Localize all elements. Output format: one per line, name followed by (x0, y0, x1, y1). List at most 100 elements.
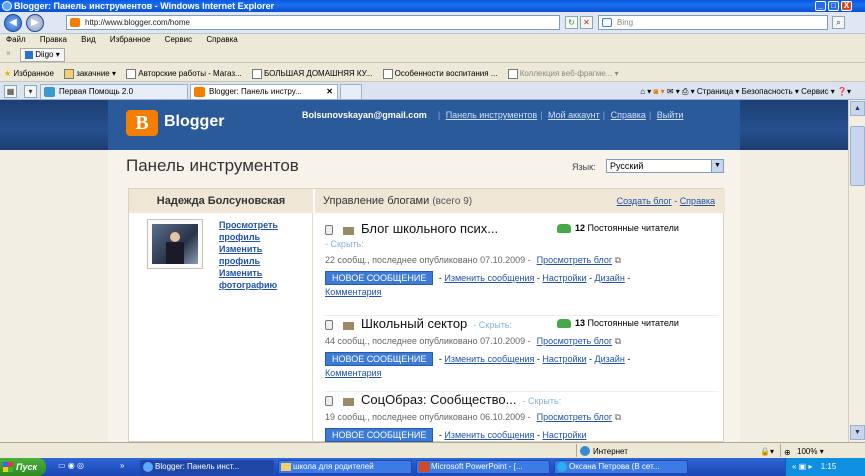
tab-blogger[interactable]: Blogger: Панель инстру... ✕ (190, 84, 338, 99)
followers-count[interactable]: 12 Постоянные читатели (557, 223, 679, 234)
new-post-button[interactable]: НОВОЕ СООБЩЕНИЕ (325, 352, 434, 366)
favorites-button[interactable]: ★ Избранное (4, 65, 54, 81)
clock: 1:15 (820, 462, 837, 471)
chevron-down-icon: ▼ (711, 160, 723, 172)
menu-file[interactable]: Файл (6, 35, 26, 44)
edit-posts-link[interactable]: Изменить сообщения (444, 354, 534, 364)
folder-icon (281, 463, 291, 471)
new-post-button[interactable]: НОВОЕ СООБЩЕНИЕ (325, 428, 434, 442)
logout-link[interactable]: Выйти (657, 110, 684, 120)
security-zone[interactable]: Интернет (576, 444, 756, 457)
help-link[interactable]: Справка (611, 110, 646, 120)
page-icon (251, 68, 262, 79)
search-icon[interactable]: ⌕ (832, 16, 845, 29)
tray-icons[interactable]: « ▣ ▸ (792, 462, 812, 471)
task-folder[interactable]: школа для родителей (278, 460, 412, 474)
hide-link[interactable]: - Скрыть: (325, 239, 364, 249)
settings-link[interactable]: Настройки (542, 273, 586, 283)
new-tab-button[interactable] (340, 84, 362, 99)
fav-item[interactable]: БОЛЬШАЯ ДОМАШНЯЯ КУ... (251, 65, 372, 81)
zoom-level[interactable]: ⊕ 100% ▾ (780, 444, 850, 457)
dashboard-content: Панель инструментов Язык: Русский ▼ Наде… (108, 150, 740, 442)
design-link[interactable]: Дизайн (595, 354, 625, 364)
ie-icon (2, 1, 12, 11)
edit-profile-link[interactable]: Изменить профиль (219, 243, 291, 267)
tab-first-aid[interactable]: Первая Помощь 2.0 (40, 84, 188, 99)
manage-help-link[interactable]: Справка (680, 196, 715, 206)
minimize-button[interactable]: _ (815, 1, 826, 11)
more-quicklaunch-icon[interactable]: » (120, 461, 124, 470)
tab-close-icon[interactable]: ✕ (326, 85, 333, 99)
hide-link[interactable]: - Скрыть: (522, 396, 561, 406)
view-profile-link[interactable]: Просмотреть профиль (219, 219, 291, 243)
task-powerpoint[interactable]: Microsoft PowerPoint - [... (416, 460, 550, 474)
create-blog-link[interactable]: Создать блог (617, 196, 672, 206)
view-blog-link[interactable]: Просмотреть блог (537, 255, 613, 265)
page-scrollbar[interactable]: ▲ ▼ (848, 100, 865, 442)
scroll-thumb[interactable] (850, 126, 865, 186)
maximize-button[interactable]: □ (828, 1, 839, 11)
window-title: Blogger: Панель инструментов - Windows I… (14, 1, 275, 11)
comments-link[interactable]: Комментария (325, 368, 382, 378)
menu-view[interactable]: Вид (81, 35, 95, 44)
close-button[interactable]: X (841, 1, 852, 11)
blog-icon (325, 396, 333, 406)
menu-edit[interactable]: Правка (40, 35, 67, 44)
quick-tabs-icon[interactable]: ▦ (4, 85, 17, 98)
forward-button[interactable]: ▶ (26, 14, 44, 32)
quicklaunch-icon[interactable]: ▭ ◉ ◎ (58, 461, 84, 470)
task-blogger[interactable]: Blogger: Панель инст... (140, 460, 274, 474)
edit-photo-link[interactable]: Изменить фотографию (219, 267, 291, 291)
blog-name[interactable]: Школьный сектор - Скрыть: (361, 316, 512, 331)
page-menu[interactable]: Страница ▾ (697, 87, 740, 96)
hide-link[interactable]: - Скрыть: (473, 320, 512, 330)
scroll-up-icon[interactable]: ▲ (850, 101, 865, 116)
edit-posts-link[interactable]: Изменить сообщения (444, 273, 534, 283)
menu-help[interactable]: Справка (206, 35, 237, 44)
blogger-logo-icon[interactable]: B (126, 110, 158, 136)
fav-item[interactable]: Особенности воспитания ... (382, 65, 498, 81)
address-input[interactable]: http://www.blogger.com/home (66, 15, 560, 30)
safety-menu[interactable]: Безопасность ▾ (742, 87, 799, 96)
account-link[interactable]: Мой аккаунт (548, 110, 600, 120)
tab-list-icon[interactable]: ▾ (24, 85, 37, 98)
fav-item[interactable]: Авторские работы - Магаз... (126, 65, 242, 81)
refresh-icon[interactable]: ↻ (565, 16, 578, 29)
start-button[interactable]: Пуск (0, 458, 46, 476)
blogger-logo-text[interactable]: Blogger (164, 113, 224, 131)
menu-tools[interactable]: Сервис (165, 35, 192, 44)
blog-name[interactable]: СоцОбраз: Сообщество... - Скрыть: (361, 392, 561, 407)
followers-count[interactable]: 13 Постоянные читатели (557, 318, 679, 329)
design-link[interactable]: Дизайн (595, 273, 625, 283)
task-skype[interactable]: Оксана Петрова (В сет... (554, 460, 688, 474)
fav-folder[interactable]: закачние ▾ (64, 65, 116, 81)
tools-menu[interactable]: Сервис ▾ (801, 87, 835, 96)
toolbar-close-icon[interactable]: × (6, 49, 11, 58)
stop-icon[interactable]: ✕ (580, 16, 593, 29)
feeds-icon[interactable]: ◙ ▾ (654, 87, 665, 96)
comments-link[interactable]: Комментария (325, 287, 382, 297)
blog-name[interactable]: Блог школьного псих... (361, 221, 498, 236)
back-button[interactable]: ◀ (4, 14, 22, 32)
fav-item[interactable]: Коллекция веб-фрагме... ▾ (507, 65, 619, 81)
view-blog-link[interactable]: Просмотреть блог (537, 412, 613, 422)
view-blog-link[interactable]: Просмотреть блог (537, 336, 613, 346)
edit-posts-link[interactable]: Изменить сообщения (444, 430, 534, 440)
settings-link[interactable]: Настройки (542, 354, 586, 364)
protected-mode-icon[interactable]: 🔒▾ (760, 444, 774, 459)
address-row: ◀ ▶ http://www.blogger.com/home ↻ ✕ Bing… (0, 12, 865, 34)
home-icon[interactable]: ⌂ ▾ (640, 87, 651, 96)
diigo-button[interactable]: Diigo ▾ (20, 48, 65, 62)
blog-item: СоцОбраз: Сообщество... - Скрыть: 19 сооб… (325, 391, 719, 442)
dashboard-link[interactable]: Панель инструментов (446, 110, 538, 120)
scroll-down-icon[interactable]: ▼ (850, 425, 865, 440)
settings-link[interactable]: Настройки (542, 430, 586, 440)
new-post-button[interactable]: НОВОЕ СООБЩЕНИЕ (325, 271, 434, 285)
menu-favorites[interactable]: Избранное (110, 35, 151, 44)
mail-icon[interactable]: ✉ ▾ (667, 87, 680, 96)
help-icon[interactable]: ❓▾ (837, 87, 851, 96)
language-select[interactable]: Русский ▼ (606, 159, 724, 173)
search-input[interactable]: Bing (598, 15, 828, 30)
print-icon[interactable]: ⎙ ▾ (682, 87, 695, 96)
profile-photo[interactable] (147, 219, 203, 269)
